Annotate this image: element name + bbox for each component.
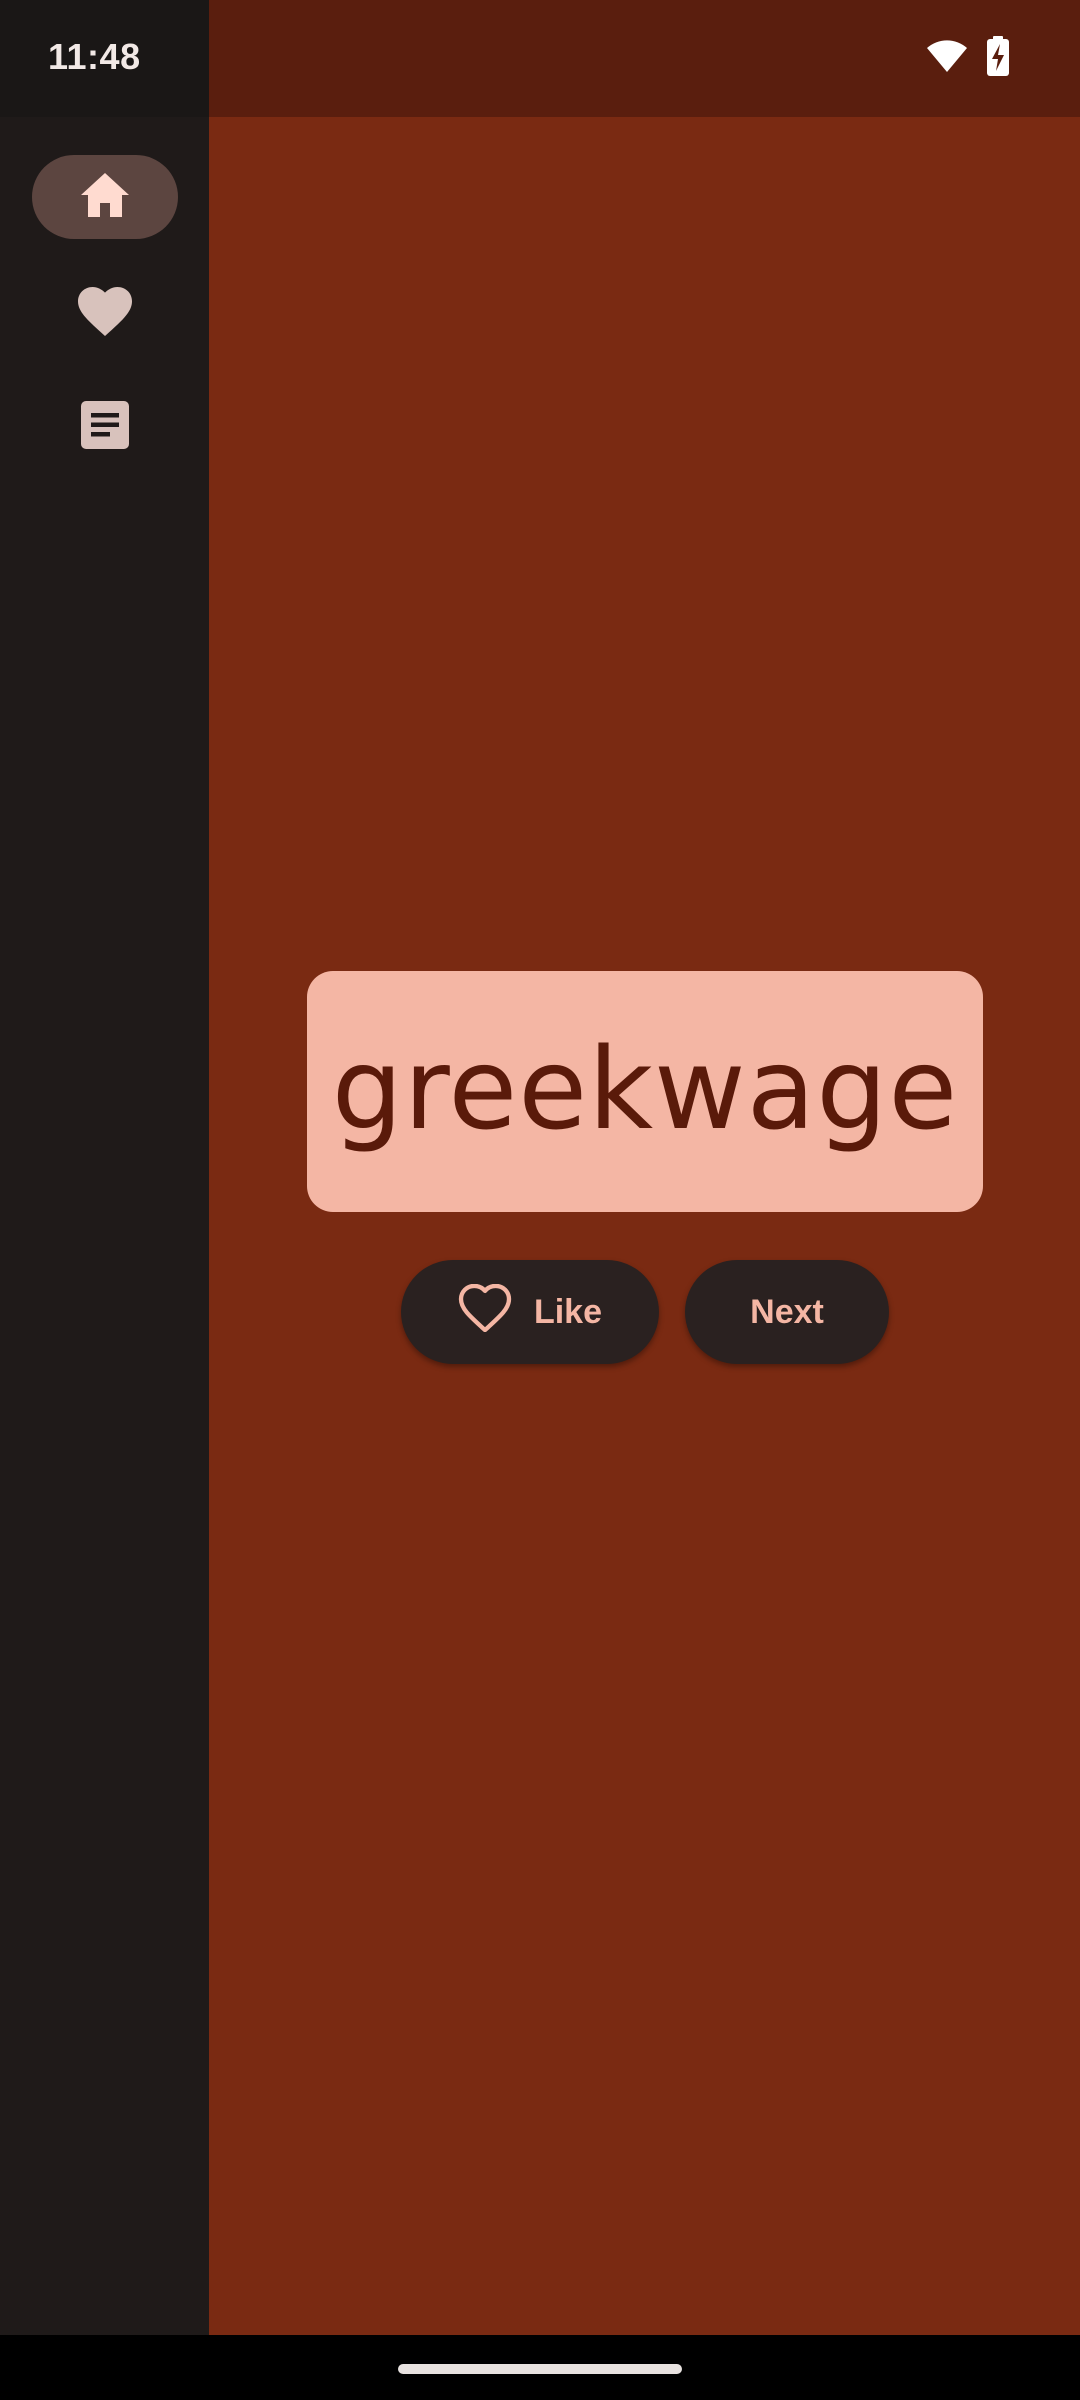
home-icon: [79, 171, 131, 224]
next-button-label: Next: [750, 1292, 824, 1331]
generated-word: greekwage: [331, 1024, 959, 1155]
navigation-rail: [0, 117, 209, 2335]
status-bar-left: 11:48: [0, 0, 209, 117]
gesture-navigation-bar: [0, 2335, 1080, 2400]
status-icons: [926, 34, 1010, 82]
status-time: 11:48: [48, 36, 141, 77]
home-gesture-handle[interactable]: [398, 2364, 682, 2374]
status-bar: [209, 0, 1080, 117]
word-card: greekwage: [307, 971, 983, 1212]
heart-icon: [77, 286, 133, 341]
like-button[interactable]: Like: [401, 1260, 659, 1364]
nav-item-favorites[interactable]: [32, 271, 178, 355]
wifi-icon: [926, 39, 968, 78]
like-button-label: Like: [533, 1292, 603, 1331]
article-icon: [80, 400, 130, 455]
nav-item-home[interactable]: [32, 155, 178, 239]
heart-outline-icon: [458, 1283, 512, 1341]
next-button[interactable]: Next: [685, 1260, 889, 1364]
nav-item-history[interactable]: [32, 385, 178, 469]
battery-charging-icon: [986, 35, 1010, 81]
